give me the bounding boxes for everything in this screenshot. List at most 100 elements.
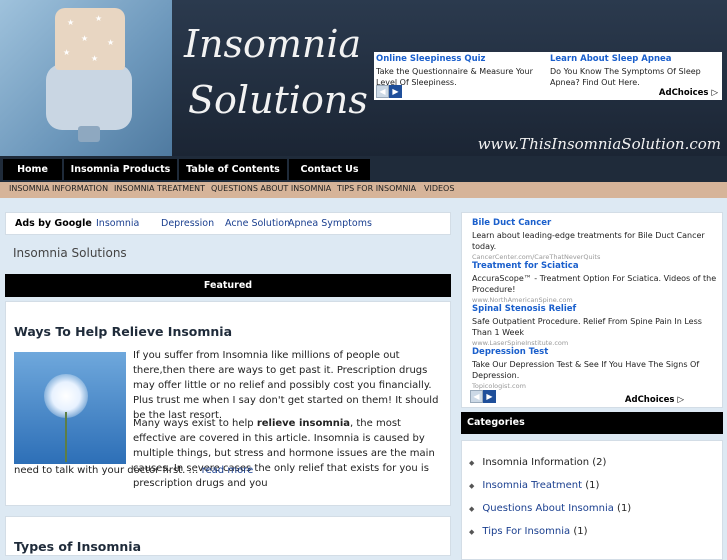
site-title-line2[interactable]: Solutions (188, 78, 368, 122)
sidebar-ad-text: Safe Outpatient Procedure. Relief From S… (472, 317, 702, 337)
top-ad-title[interactable]: Online Sleepiness Quiz (376, 54, 546, 64)
category-name[interactable]: Questions About Insomnia (482, 503, 613, 514)
lamp-shade: ★ ★ ★ ★ ★ ★ (55, 8, 125, 70)
arrow-right-icon[interactable]: ▶ (483, 390, 496, 403)
post-card: Ways To Help Relieve Insomnia If you suf… (5, 301, 451, 506)
sidebar-ad-text: AccuraScope™ - Treatment Option For Scia… (472, 274, 717, 294)
post-text: need to talk with your doctor first. … (14, 465, 202, 476)
post-title[interactable]: Types of Insomnia (14, 539, 141, 554)
bullet-icon: ◆ (469, 528, 475, 536)
sidebar-ad-text: Take Our Depression Test & See If You Ha… (472, 360, 700, 380)
sidebar-ad-url[interactable]: Topicologist.com (472, 382, 717, 390)
sidebar: Bile Duct Cancer Learn about leading-edg… (461, 212, 723, 560)
read-more-link[interactable]: read more (202, 465, 254, 476)
night-lamp-image: ★ ★ ★ ★ ★ ★ (0, 0, 172, 156)
ad-link[interactable]: Apnea Symptoms (288, 218, 372, 229)
site-header: ★ ★ ★ ★ ★ ★ Insomnia Solutions www.ThisI… (0, 0, 727, 156)
category-name[interactable]: Insomnia Treatment (482, 480, 582, 491)
ads-by-google-bar: Ads by Google Insomnia Depression Acne S… (5, 212, 451, 235)
category-link[interactable]: TIPS FOR INSOMNIA (337, 184, 416, 193)
categories-list: ◆ Insomnia Information (2) ◆ Insomnia Trea… (461, 440, 723, 560)
post-paragraph: If you suffer from Insomnia like million… (133, 350, 439, 421)
main-content: Ads by Google Insomnia Depression Acne S… (5, 212, 451, 556)
main-nav: Home Insomnia Products Table of Contents… (0, 156, 727, 182)
category-link[interactable]: INSOMNIA TREATMENT (114, 184, 205, 193)
adchoices-link[interactable]: AdChoices ▷ (659, 88, 718, 98)
sidebar-ad-title[interactable]: Bile Duct Cancer (472, 218, 717, 228)
star-icon: ★ (107, 38, 115, 47)
post-paragraph: Many ways exist to help relieve insomnia… (133, 416, 445, 491)
lamp-plug (78, 126, 100, 142)
sidebar-ad-item[interactable]: Depression Test Take Our Depression Test… (472, 347, 717, 390)
category-link[interactable]: INSOMNIA INFORMATION (9, 184, 108, 193)
sidebar-ad-url[interactable]: www.NorthAmericanSpine.com (472, 296, 717, 304)
sidebar-ad-item[interactable]: Bile Duct Cancer Learn about leading-edg… (472, 218, 717, 261)
dandelion-stem (65, 412, 67, 462)
star-icon: ★ (95, 14, 103, 23)
bullet-icon: ◆ (469, 459, 475, 467)
star-icon: ★ (63, 48, 71, 57)
top-ad-arrows: ◀ ▶ (376, 85, 402, 98)
bullet-icon: ◆ (469, 505, 475, 513)
post-bold-text: relieve insomnia (256, 418, 351, 429)
category-item[interactable]: ◆ Questions About Insomnia (1) (469, 503, 631, 514)
nav-home[interactable]: Home (3, 159, 62, 180)
lamp-base (46, 64, 132, 130)
arrow-right-icon[interactable]: ▶ (389, 85, 402, 98)
star-icon: ★ (67, 18, 75, 27)
top-ad-text: Do You Know The Symptoms Of Sleep Apnea?… (550, 67, 701, 87)
adchoices-icon: ▷ (711, 88, 718, 98)
sidebar-ad-url[interactable]: www.LaserSpineInstitute.com (472, 339, 717, 347)
arrow-left-icon[interactable]: ◀ (470, 390, 483, 403)
sidebar-ad-item[interactable]: Treatment for Sciatica AccuraScope™ - Tr… (472, 261, 717, 304)
nav-table-of-contents[interactable]: Table of Contents (179, 159, 287, 180)
featured-header: Featured (5, 274, 451, 297)
categories-heading: Categories (461, 412, 723, 434)
category-count: (1) (573, 526, 588, 537)
category-count: (1) (617, 503, 632, 514)
category-nav: INSOMNIA INFORMATION INSOMNIA TREATMENT … (0, 182, 727, 198)
star-icon: ★ (91, 54, 99, 63)
post-title[interactable]: Ways To Help Relieve Insomnia (14, 324, 232, 339)
top-ad-item[interactable]: Online Sleepiness Quiz Take the Question… (376, 54, 546, 88)
top-ad-unit: Online Sleepiness Quiz Take the Question… (374, 52, 722, 100)
post-text: Many ways exist to help (133, 418, 257, 429)
sidebar-ad-title[interactable]: Depression Test (472, 347, 717, 357)
ad-link[interactable]: Acne Solution (225, 218, 290, 229)
nav-contact-us[interactable]: Contact Us (289, 159, 370, 180)
nav-insomnia-products[interactable]: Insomnia Products (64, 159, 177, 180)
sidebar-ad-arrows: ◀ ▶ (470, 389, 496, 403)
category-count: (1) (585, 480, 600, 491)
star-icon: ★ (81, 34, 89, 43)
breadcrumb: Insomnia Solutions (13, 246, 127, 260)
ads-by-google-label: Ads by Google (15, 218, 92, 229)
adchoices-label: AdChoices (658, 88, 709, 98)
bullet-icon: ◆ (469, 482, 475, 490)
category-name[interactable]: Insomnia Information (482, 457, 589, 468)
sidebar-ad-title[interactable]: Spinal Stenosis Relief (472, 304, 717, 314)
category-item[interactable]: ◆ Insomnia Information (2) (469, 457, 606, 468)
top-ad-title[interactable]: Learn About Sleep Apnea (550, 54, 720, 64)
sidebar-ad-url[interactable]: CancerCenter.com/CareThatNeverQuits (472, 253, 717, 261)
site-title-line1[interactable]: Insomnia (184, 22, 361, 66)
sidebar-ad-text: Learn about leading-edge treatments for … (472, 231, 705, 251)
category-name[interactable]: Tips For Insomnia (482, 526, 570, 537)
sidebar-ad-unit: Bile Duct Cancer Learn about leading-edg… (461, 212, 723, 408)
adchoices-icon: ▷ (677, 395, 684, 405)
sidebar-ad-title[interactable]: Treatment for Sciatica (472, 261, 717, 271)
ad-link[interactable]: Insomnia (96, 218, 139, 229)
sidebar-ad-item[interactable]: Spinal Stenosis Relief Safe Outpatient P… (472, 304, 717, 347)
category-item[interactable]: ◆ Insomnia Treatment (1) (469, 480, 599, 491)
category-link[interactable]: QUESTIONS ABOUT INSOMNIA (211, 184, 331, 193)
ad-link[interactable]: Depression (161, 218, 214, 229)
arrow-left-icon[interactable]: ◀ (376, 85, 389, 98)
category-item[interactable]: ◆ Tips For Insomnia (1) (469, 526, 587, 537)
dandelion-image (14, 352, 126, 464)
category-link[interactable]: VIDEOS (424, 184, 454, 193)
site-url: www.ThisInsomniaSolution.com (477, 135, 721, 153)
post-paragraph: need to talk with your doctor first. … r… (14, 463, 444, 478)
adchoices-link[interactable]: AdChoices ▷ (625, 395, 684, 405)
top-ad-item[interactable]: Learn About Sleep Apnea Do You Know The … (550, 54, 720, 88)
post-card: Types of Insomnia (5, 516, 451, 556)
category-count: (2) (592, 457, 607, 468)
